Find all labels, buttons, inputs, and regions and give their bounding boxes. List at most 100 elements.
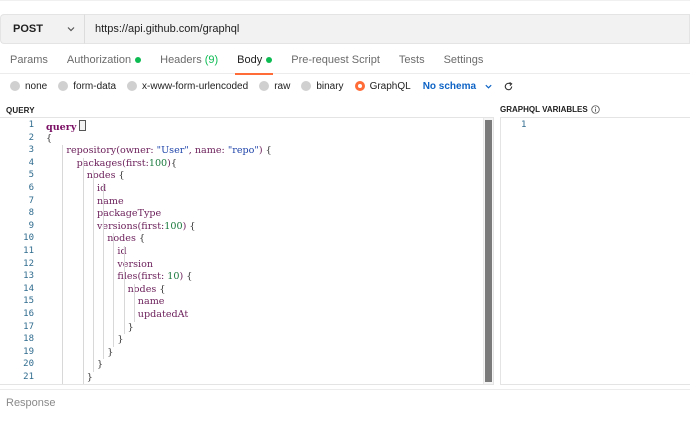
body-type-label: raw — [274, 80, 291, 92]
body-type-options: none form-data x-www-form-urlencoded raw bin… — [0, 76, 690, 96]
body-type-label: binary — [316, 80, 344, 92]
response-section[interactable]: Response — [0, 389, 690, 415]
indent-guide — [123, 246, 125, 335]
code-line[interactable]: id — [117, 246, 126, 257]
tab-headers[interactable]: Headers (9) — [150, 46, 227, 74]
query-panel-title: QUERY — [6, 106, 35, 115]
code-line[interactable]: versions(first:100) { — [97, 221, 196, 232]
line-number: 7 — [28, 195, 34, 206]
body-type-raw[interactable]: raw — [259, 81, 290, 92]
indent-guide — [133, 283, 135, 322]
body-type-graphql[interactable]: GraphQL — [354, 80, 411, 92]
chevron-down-icon[interactable] — [484, 82, 493, 91]
line-number: 9 — [28, 220, 34, 231]
tab-settings[interactable]: Settings — [434, 46, 493, 74]
code-line[interactable]: } — [97, 359, 103, 370]
tab-tests[interactable]: Tests — [389, 46, 434, 74]
status-dot-icon — [266, 56, 273, 63]
request-url-bar: POST https://api.github.com/graphql — [0, 14, 690, 44]
radio-icon[interactable] — [127, 81, 138, 91]
line-number: 13 — [23, 271, 34, 282]
tab-label: Headers — [160, 53, 202, 66]
refresh-icon[interactable] — [503, 81, 514, 92]
schema-select[interactable]: No schema — [423, 81, 476, 92]
line-number: 4 — [28, 157, 34, 168]
radio-icon[interactable] — [259, 81, 270, 91]
code-line[interactable]: packageType — [97, 208, 161, 219]
code-line[interactable]: name — [97, 196, 124, 207]
body-type-label: GraphQL — [369, 80, 411, 92]
radio-icon[interactable] — [10, 81, 20, 91]
line-number: 20 — [23, 359, 34, 370]
indent-guide — [62, 145, 64, 384]
body-type-label: form-data — [73, 80, 117, 92]
url-text: https://api.github.com/graphql — [95, 23, 240, 35]
line-number: 2 — [28, 132, 34, 143]
body-type-label: none — [25, 80, 48, 92]
code-line[interactable]: repository(owner: "User", name: "repo") … — [66, 145, 271, 156]
tab-params[interactable]: Params — [0, 46, 57, 74]
code-line[interactable]: id — [97, 183, 106, 194]
variables-panel-title: GRAPHQL VARIABLES — [500, 105, 600, 114]
query-scroll-thumb[interactable] — [485, 120, 492, 382]
line-number: 5 — [28, 170, 34, 181]
line-number: 16 — [23, 309, 34, 319]
code-line[interactable]: name — [138, 296, 165, 307]
tab-label: Params — [10, 53, 48, 66]
body-type-form-data[interactable]: form-data — [58, 81, 116, 92]
line-number: 11 — [23, 246, 34, 256]
response-label: Response — [6, 396, 56, 409]
tab-label: Body — [237, 53, 263, 66]
radio-selected-icon[interactable] — [354, 81, 365, 91]
line-number-gutter: 1 2 3 4 5 6 7 8 9 10 11 12 13 14 15 16 17 18 19 20 21 — [0, 118, 40, 384]
query-scrollbar[interactable] — [483, 118, 493, 384]
line-number: 21 — [23, 372, 34, 382]
body-type-x-www-form-urlencoded[interactable]: x-www-form-urlencoded — [127, 81, 248, 92]
code-line[interactable]: } — [128, 322, 134, 333]
indent-guide — [93, 170, 94, 372]
code-line[interactable]: } — [107, 347, 113, 358]
code-line[interactable]: } — [117, 334, 123, 345]
line-number: 1 — [28, 120, 34, 130]
line-number: 12 — [23, 258, 34, 269]
indent-guide — [113, 233, 115, 347]
variables-editor[interactable]: 1 — [500, 117, 690, 385]
tab-body[interactable]: Body — [227, 46, 281, 75]
top-divider — [0, 0, 690, 1]
line-number: 8 — [28, 208, 34, 219]
status-dot-icon — [135, 56, 142, 63]
tab-authorization[interactable]: Authorization — [57, 46, 150, 74]
code-line[interactable]: { — [46, 133, 52, 144]
code-line[interactable]: packages(first:100){ — [77, 158, 177, 169]
line-number: 15 — [23, 296, 34, 307]
query-code-area[interactable]: query { repository(owner: "User", name: "… — [40, 118, 481, 384]
body-type-binary[interactable]: binary — [301, 80, 344, 92]
line-number: 14 — [23, 283, 34, 294]
code-line[interactable]: files(first: 10) { — [117, 271, 192, 282]
code-line[interactable]: query — [46, 120, 87, 133]
code-line[interactable]: } — [87, 372, 93, 383]
tab-count-badge: (9) — [204, 53, 219, 66]
code-line[interactable]: updatedAt — [138, 309, 188, 320]
variables-line-number: 1 — [521, 120, 527, 130]
line-number: 17 — [23, 321, 34, 332]
body-type-none[interactable]: none — [10, 81, 47, 92]
tab-label: Pre-request Script — [291, 53, 380, 66]
request-tabs: Params Authorization Headers (9) Body Pre-req… — [0, 46, 690, 75]
method-label: POST — [13, 23, 43, 35]
radio-icon[interactable] — [301, 81, 312, 91]
radio-icon[interactable] — [58, 81, 69, 91]
tab-label: Tests — [398, 53, 425, 66]
tab-label: Settings — [443, 53, 484, 66]
tab-pre-request-script[interactable]: Pre-request Script — [281, 46, 389, 74]
url-input[interactable]: https://api.github.com/graphql — [84, 14, 690, 44]
tab-label: Authorization — [66, 53, 132, 66]
chevron-down-icon — [67, 27, 75, 32]
info-icon[interactable] — [591, 105, 600, 114]
method-select[interactable]: POST — [0, 14, 84, 44]
body-type-label: x-www-form-urlencoded — [142, 80, 249, 92]
line-number: 3 — [28, 145, 34, 156]
query-editor[interactable]: 1 2 3 4 5 6 7 8 9 10 11 12 13 14 15 16 17 18 19 20 21 query … — [0, 117, 494, 385]
line-number: 19 — [23, 346, 34, 357]
indent-guide — [103, 183, 105, 360]
